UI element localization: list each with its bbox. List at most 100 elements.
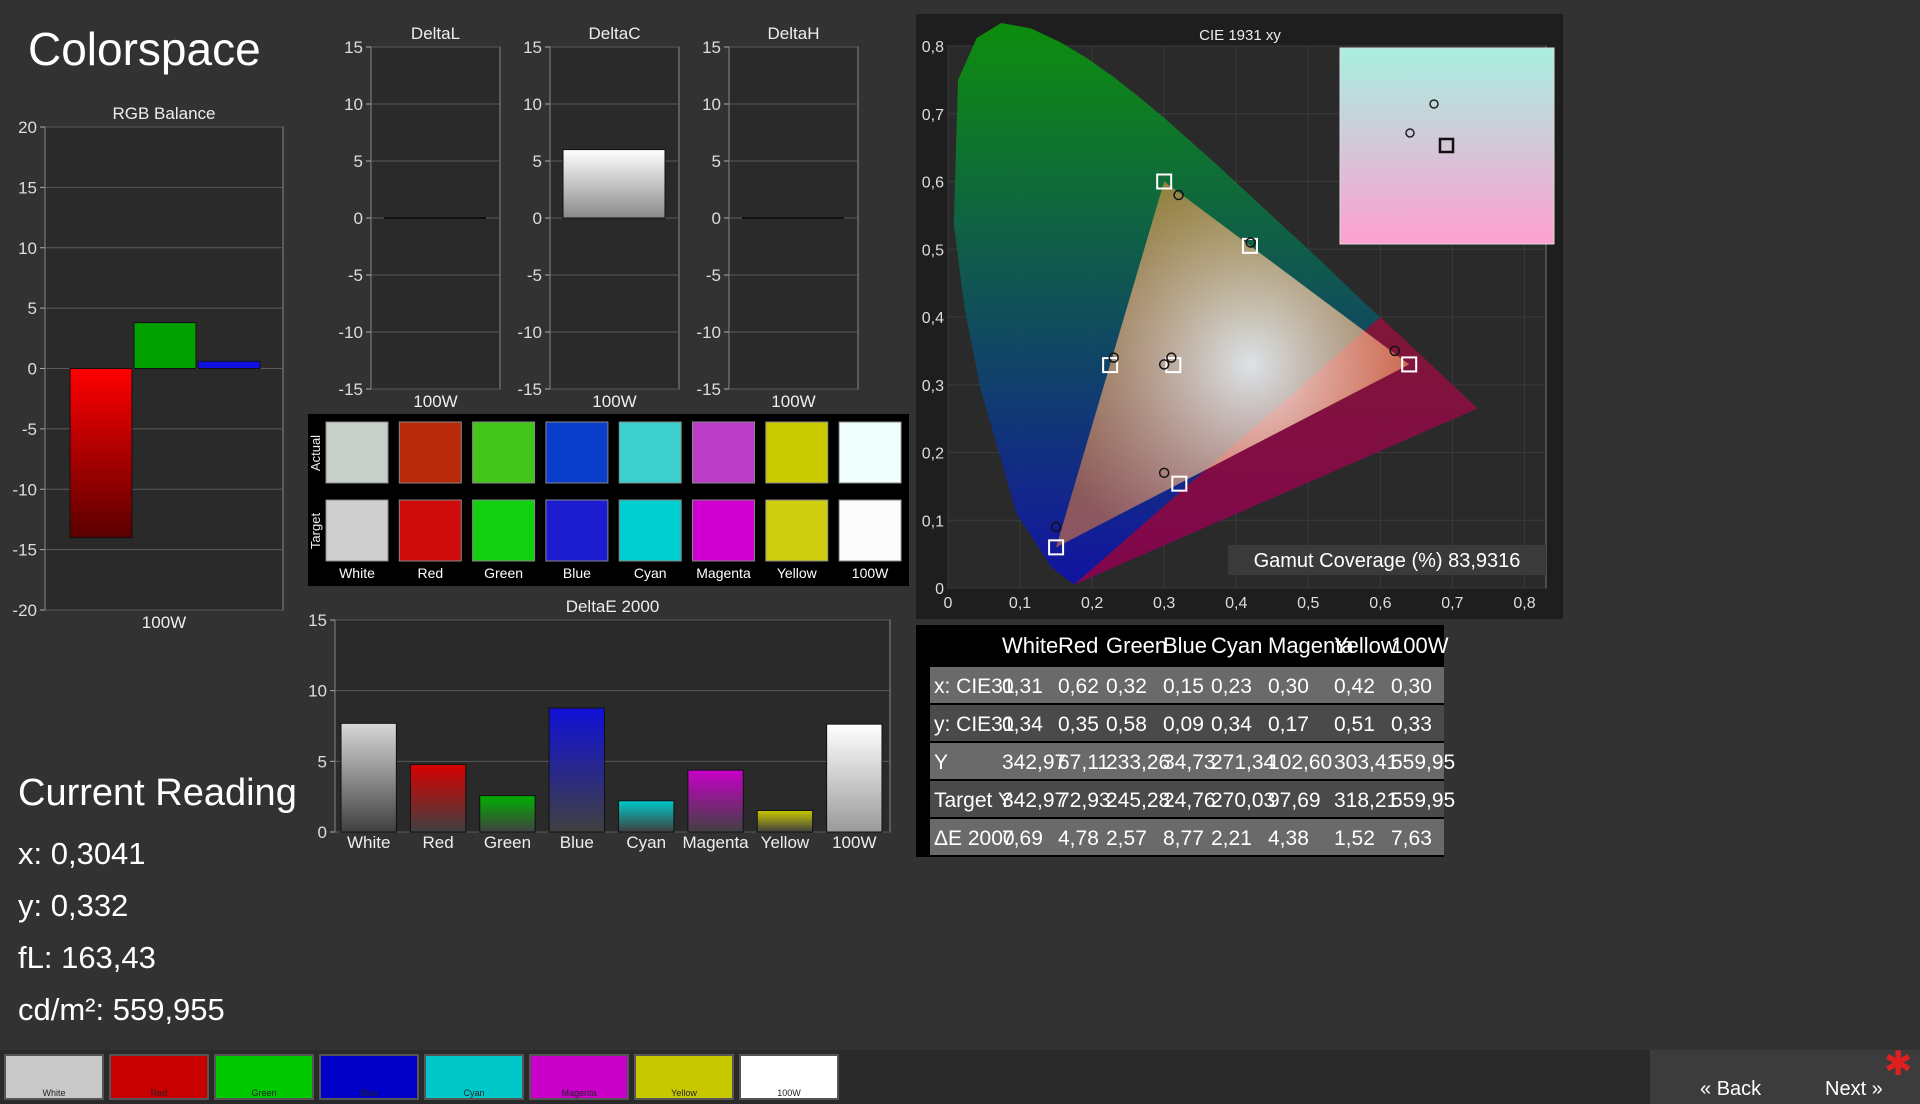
colorspace-report: { "page_title": "Colorspace", "current_r… bbox=[0, 0, 1920, 1104]
target-swatch bbox=[545, 499, 609, 562]
next-button[interactable]: Next » bbox=[1825, 1078, 1883, 1101]
table-cell: 4,78 bbox=[1058, 827, 1099, 850]
y-tick-label: 0,4 bbox=[922, 310, 944, 327]
x-tick-label: Blue bbox=[560, 833, 594, 852]
target-swatch bbox=[472, 499, 536, 562]
chart-title: DeltaH bbox=[768, 24, 820, 43]
swatch-label: Yellow bbox=[777, 565, 818, 581]
patch-swatch-yellow[interactable]: Yellow bbox=[634, 1054, 734, 1100]
table-cell: 233,26 bbox=[1106, 751, 1170, 774]
table-cell: 0,23 bbox=[1211, 675, 1252, 698]
rgb-balance-bar bbox=[197, 360, 261, 370]
chart-title: DeltaC bbox=[589, 24, 641, 43]
y-tick-label: 5 bbox=[318, 752, 327, 771]
patch-swatch-100w[interactable]: 100W bbox=[739, 1054, 839, 1100]
table-cell: 0,31 bbox=[1002, 675, 1043, 698]
y-tick-label: 5 bbox=[354, 152, 363, 171]
y-tick-label: 0 bbox=[712, 209, 721, 228]
table-cell: 0,35 bbox=[1058, 713, 1099, 736]
table-header: 100W bbox=[1391, 633, 1449, 658]
y-tick-label: 10 bbox=[308, 682, 327, 701]
actual-swatch bbox=[618, 421, 682, 484]
delta-bar bbox=[562, 149, 666, 219]
current-reading-title: Current Reading bbox=[18, 772, 297, 814]
y-tick-label: 15 bbox=[308, 611, 327, 630]
table-cell: 97,69 bbox=[1268, 789, 1321, 812]
patch-swatch-green[interactable]: Green bbox=[214, 1054, 314, 1100]
x-tick-label: White bbox=[347, 833, 390, 852]
table-cell: 8,77 bbox=[1163, 827, 1204, 850]
back-label: Back bbox=[1716, 1078, 1762, 1100]
back-button[interactable]: « Back bbox=[1700, 1078, 1761, 1101]
y-tick-label: 10 bbox=[702, 95, 721, 114]
patch-swatch-label: White bbox=[42, 1088, 66, 1098]
table-header: Cyan bbox=[1211, 633, 1262, 658]
table-cell: 0,32 bbox=[1106, 675, 1147, 698]
y-tick-label: 0 bbox=[318, 823, 327, 842]
rgb-balance-bar bbox=[69, 368, 133, 539]
table-cell: 0,09 bbox=[1163, 713, 1204, 736]
y-tick-label: 10 bbox=[523, 95, 542, 114]
swatch-label: Cyan bbox=[634, 565, 667, 581]
deltae-bar bbox=[340, 722, 397, 833]
table-cell: 271,34 bbox=[1211, 751, 1276, 774]
y-tick-label: 15 bbox=[702, 38, 721, 57]
y-tick-label: 20 bbox=[18, 118, 37, 137]
x-tick-label: 100W bbox=[832, 833, 876, 852]
patch-swatch-label: 100W bbox=[777, 1088, 801, 1098]
y-tick-label: -10 bbox=[696, 323, 721, 342]
y-tick-label: 10 bbox=[18, 239, 37, 258]
patch-swatch-white[interactable]: White bbox=[4, 1054, 104, 1100]
reading-fl: fL: 163,43 bbox=[18, 940, 156, 975]
deltae-bar bbox=[826, 723, 883, 833]
deltae-bar bbox=[618, 800, 675, 833]
table-cell: 303,41 bbox=[1334, 751, 1398, 774]
table-cell: 0,42 bbox=[1334, 675, 1375, 698]
table-cell: 2,21 bbox=[1211, 827, 1252, 850]
y-tick-label: -5 bbox=[706, 266, 721, 285]
x-tick-label: 0 bbox=[944, 595, 953, 612]
y-tick-label: 0,5 bbox=[922, 242, 944, 259]
patch-swatch-cyan[interactable]: Cyan bbox=[424, 1054, 524, 1100]
actual-row-label: Actual bbox=[308, 435, 323, 471]
zoom-inset bbox=[1339, 47, 1555, 245]
patch-swatch-magenta[interactable]: Magenta bbox=[529, 1054, 629, 1100]
table-header: Green bbox=[1106, 633, 1167, 658]
chart-title: RGB Balance bbox=[113, 104, 216, 123]
x-tick-label: 0,8 bbox=[1513, 595, 1535, 612]
table-cell: 0,34 bbox=[1211, 713, 1252, 736]
actual-swatch bbox=[398, 421, 462, 484]
swatch-label: Magenta bbox=[696, 565, 751, 581]
x-tick-label: Yellow bbox=[761, 833, 810, 852]
y-tick-label: 0 bbox=[533, 209, 542, 228]
target-swatch bbox=[692, 499, 755, 562]
table-cell: 67,11 bbox=[1058, 751, 1109, 774]
target-swatch bbox=[398, 499, 462, 562]
x-axis-label: 100W bbox=[142, 613, 186, 632]
patch-swatch-blue[interactable]: Blue bbox=[319, 1054, 419, 1100]
y-tick-label: 0,2 bbox=[922, 446, 944, 463]
swatch-label: Red bbox=[417, 565, 443, 581]
patch-swatch-label: Blue bbox=[359, 1088, 378, 1098]
patch-swatch-label: Magenta bbox=[561, 1088, 597, 1098]
table-cell: 559,95 bbox=[1391, 751, 1455, 774]
x-tick-label: Red bbox=[422, 833, 453, 852]
table-cell: 24,76 bbox=[1163, 789, 1216, 812]
reading-cdm2: cd/m²: 559,955 bbox=[18, 992, 225, 1027]
patch-swatch-label: Green bbox=[251, 1088, 277, 1098]
y-tick-label: 0,7 bbox=[922, 107, 944, 124]
target-swatch bbox=[765, 499, 829, 562]
next-label: Next bbox=[1825, 1078, 1867, 1100]
x-tick-label: Green bbox=[484, 833, 531, 852]
y-tick-label: -15 bbox=[696, 380, 721, 399]
y-tick-label: 0 bbox=[28, 360, 37, 379]
y-tick-label: 10 bbox=[344, 95, 363, 114]
table-cell: 4,38 bbox=[1268, 827, 1309, 850]
y-tick-label: -15 bbox=[12, 541, 37, 560]
patch-swatch-red[interactable]: Red bbox=[109, 1054, 209, 1100]
reading-y: y: 0,332 bbox=[18, 888, 129, 923]
table-cell: 318,21 bbox=[1334, 789, 1398, 812]
actual-swatch bbox=[838, 421, 902, 484]
gamut-coverage-label: Gamut Coverage (%) 83,9316 bbox=[1254, 550, 1521, 572]
table-cell: 0,33 bbox=[1391, 713, 1432, 736]
